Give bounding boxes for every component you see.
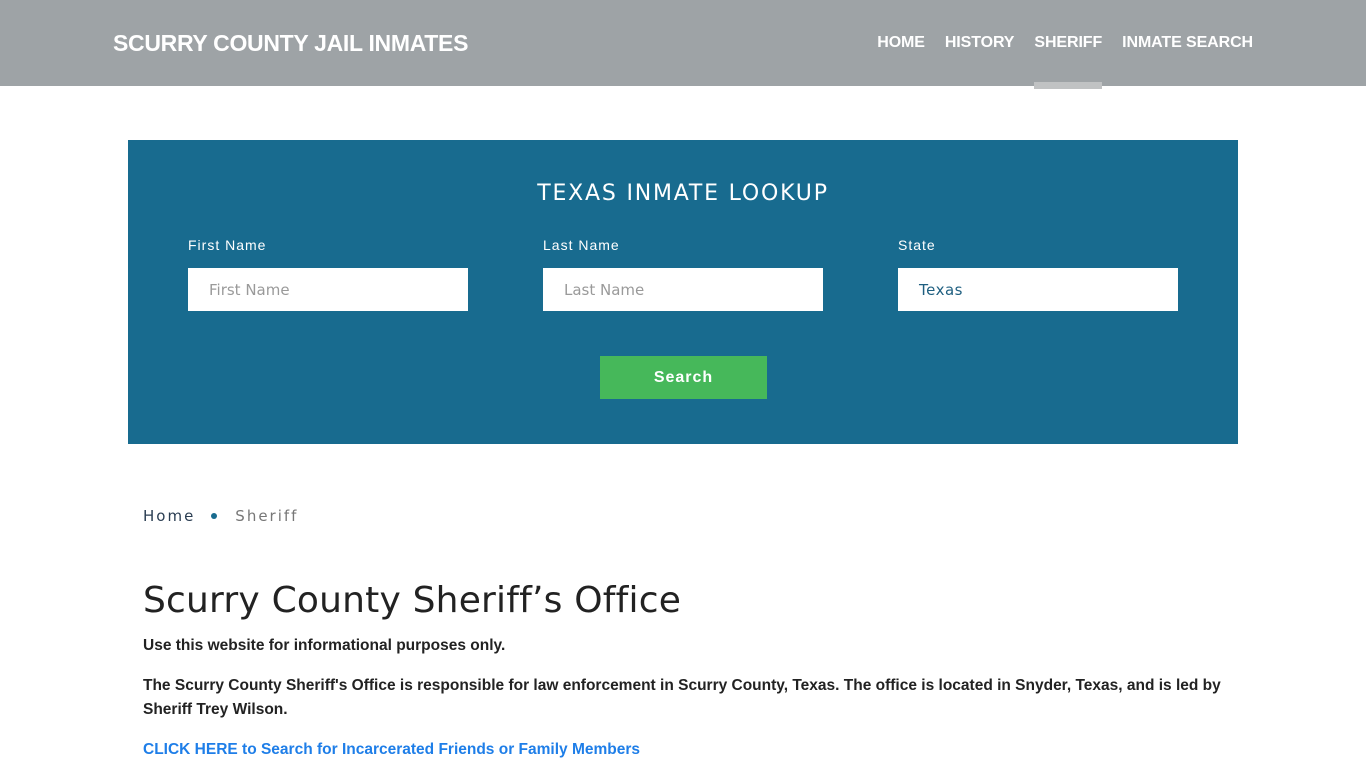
state-label: State — [898, 237, 936, 253]
first-name-input[interactable] — [188, 268, 468, 311]
site-header: SCURRY COUNTY JAIL INMATES HOME HISTORY … — [0, 0, 1366, 89]
nav-sheriff[interactable]: SHERIFF — [1034, 0, 1102, 89]
nav-home[interactable]: HOME — [877, 0, 925, 86]
breadcrumb-home[interactable]: Home — [143, 507, 195, 525]
search-button[interactable]: Search — [600, 356, 767, 399]
last-name-input[interactable] — [543, 268, 823, 311]
last-name-label: Last Name — [543, 237, 620, 253]
search-family-link[interactable]: CLICK HERE to Search for Incarcerated Fr… — [143, 738, 640, 762]
site-brand-link[interactable]: SCURRY COUNTY JAIL INMATES — [113, 30, 468, 57]
nav-history[interactable]: HISTORY — [945, 0, 1015, 86]
main-nav: HOME HISTORY SHERIFF INMATE SEARCH — [857, 0, 1253, 89]
description-text: The Scurry County Sheriff's Office is re… — [143, 677, 1221, 718]
state-select[interactable]: Texas — [898, 268, 1178, 311]
breadcrumb-current: Sheriff — [235, 507, 299, 525]
first-name-label: First Name — [188, 237, 267, 253]
lookup-title: TEXAS INMATE LOOKUP — [537, 181, 829, 206]
breadcrumb-separator-icon — [211, 513, 218, 519]
breadcrumb: Home Sheriff — [143, 507, 298, 525]
nav-inmate-search[interactable]: INMATE SEARCH — [1122, 0, 1253, 86]
page-title: Scurry County Sheriff’s Office — [143, 580, 682, 621]
disclaimer-text: Use this website for informational purpo… — [143, 637, 506, 654]
